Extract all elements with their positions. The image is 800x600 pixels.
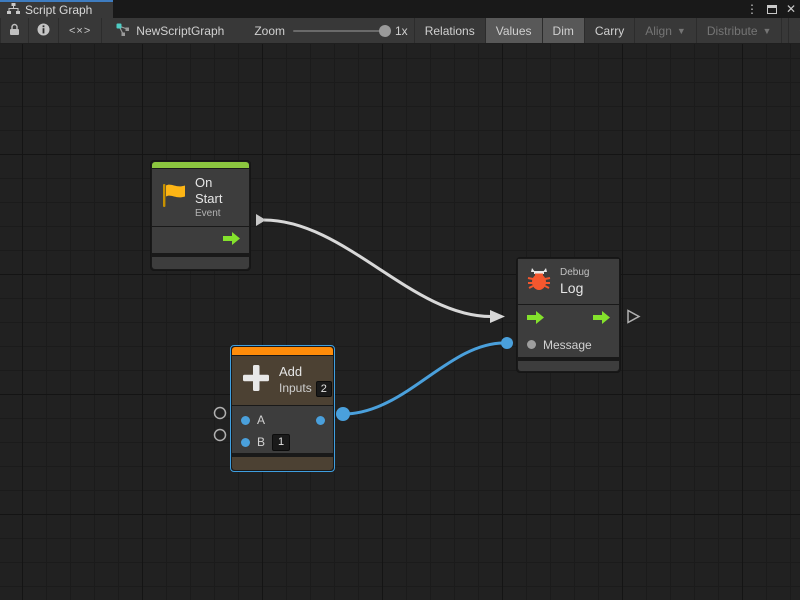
add-header[interactable]: Add Inputs 2: [232, 356, 333, 405]
flow-input-port[interactable]: [527, 311, 544, 327]
inspect-button[interactable]: [29, 18, 59, 43]
log-flow-output-connector[interactable]: [628, 311, 639, 323]
log-flow-input-connector[interactable]: [490, 310, 505, 323]
add-a-input-connector[interactable]: [215, 408, 226, 419]
debug-log-surtitle: Debug: [560, 267, 589, 280]
wires-layer: [0, 44, 800, 600]
align-label: Align: [645, 24, 672, 38]
add-b-input-connector[interactable]: [215, 430, 226, 441]
add-footer: [232, 457, 333, 470]
debug-log-title: Log: [560, 280, 589, 298]
node-add[interactable]: Add Inputs 2 A B 1: [230, 345, 335, 472]
debug-log-footer: [518, 361, 619, 371]
graph-name: NewScriptGraph: [136, 24, 224, 38]
message-label: Message: [543, 338, 592, 352]
add-b-value-field[interactable]: 1: [272, 434, 290, 451]
dim-button[interactable]: Dim: [543, 18, 585, 43]
math-color-bar: [232, 347, 333, 355]
zoom-slider[interactable]: [293, 30, 387, 32]
debug-log-header[interactable]: Debug Log: [518, 259, 619, 304]
graph-canvas[interactable]: On Start Event: [0, 44, 800, 600]
onstart-flow-output-connector[interactable]: [256, 214, 266, 226]
flow-output-port[interactable]: [223, 232, 240, 248]
chevron-down-icon: ▼: [763, 26, 772, 36]
tab-script-graph[interactable]: Script Graph: [0, 0, 113, 18]
dim-label: Dim: [553, 24, 574, 38]
zoom-label: Zoom: [254, 24, 285, 38]
add-input-count[interactable]: 2: [316, 381, 332, 397]
tab-label: Script Graph: [25, 3, 92, 17]
node-on-start[interactable]: On Start Event: [150, 160, 251, 271]
values-label: Values: [496, 24, 532, 38]
add-title: Add: [279, 364, 332, 380]
add-sum-port[interactable]: [316, 416, 325, 425]
window-controls: ⋮ ✕: [746, 0, 796, 18]
script-graph-window: Script Graph ⋮ ✕: [0, 0, 800, 600]
on-start-body: [152, 227, 249, 253]
add-a-label: A: [257, 413, 265, 427]
plus-icon: [241, 363, 271, 398]
relations-label: Relations: [425, 24, 475, 38]
node-debug-log[interactable]: Debug Log: [516, 257, 621, 373]
maximize-icon[interactable]: [767, 5, 777, 14]
graph-reference[interactable]: NewScriptGraph: [102, 18, 236, 43]
kebab-menu-icon[interactable]: ⋮: [746, 3, 758, 15]
overview-button[interactable]: Overview: [788, 18, 800, 43]
on-start-footer: [152, 257, 249, 269]
code-icon: <×>: [69, 25, 91, 37]
add-a-port[interactable]: [241, 416, 250, 425]
carry-button[interactable]: Carry: [585, 18, 635, 43]
flow-output-port[interactable]: [593, 311, 610, 327]
align-dropdown: Align ▼: [635, 18, 697, 43]
lock-icon: [9, 23, 20, 39]
close-icon[interactable]: ✕: [786, 3, 796, 15]
zoom-control: Zoom 1x: [236, 18, 413, 43]
message-input-connector[interactable]: [501, 337, 513, 349]
message-port[interactable]: [527, 340, 536, 349]
wire-add-to-message[interactable]: [343, 343, 504, 414]
wire-onstart-to-log[interactable]: [264, 220, 491, 317]
flag-icon: [160, 183, 187, 213]
bug-icon: [526, 267, 552, 297]
add-b-label: B: [257, 435, 265, 449]
on-start-subtitle: Event: [195, 208, 239, 221]
add-subtitle: Inputs: [279, 381, 312, 396]
event-color-bar: [152, 162, 249, 168]
tab-strip: Script Graph ⋮ ✕: [0, 0, 800, 18]
add-b-port[interactable]: [241, 438, 250, 447]
lock-button[interactable]: [1, 18, 29, 43]
zoom-slider-handle[interactable]: [379, 25, 391, 37]
zoom-value: 1x: [395, 24, 408, 38]
debug-log-body: Message: [518, 305, 619, 357]
values-button[interactable]: Values: [486, 18, 543, 43]
on-start-title: On Start: [195, 175, 239, 208]
on-start-header[interactable]: On Start Event: [152, 169, 249, 226]
distribute-label: Distribute: [707, 24, 758, 38]
script-graph-icon: [116, 23, 130, 39]
graph-toolbar: <×> NewScriptGraph Zoom 1x Relations: [0, 18, 800, 44]
relations-button[interactable]: Relations: [414, 18, 486, 43]
info-icon: [37, 23, 50, 39]
hierarchy-icon: [7, 3, 20, 17]
distribute-dropdown: Distribute ▼: [697, 18, 783, 43]
code-view-button[interactable]: <×>: [59, 18, 102, 43]
chevron-down-icon: ▼: [677, 26, 686, 36]
carry-label: Carry: [595, 24, 624, 38]
add-sum-output-connector[interactable]: [336, 407, 350, 421]
add-body: A B 1: [232, 406, 333, 453]
